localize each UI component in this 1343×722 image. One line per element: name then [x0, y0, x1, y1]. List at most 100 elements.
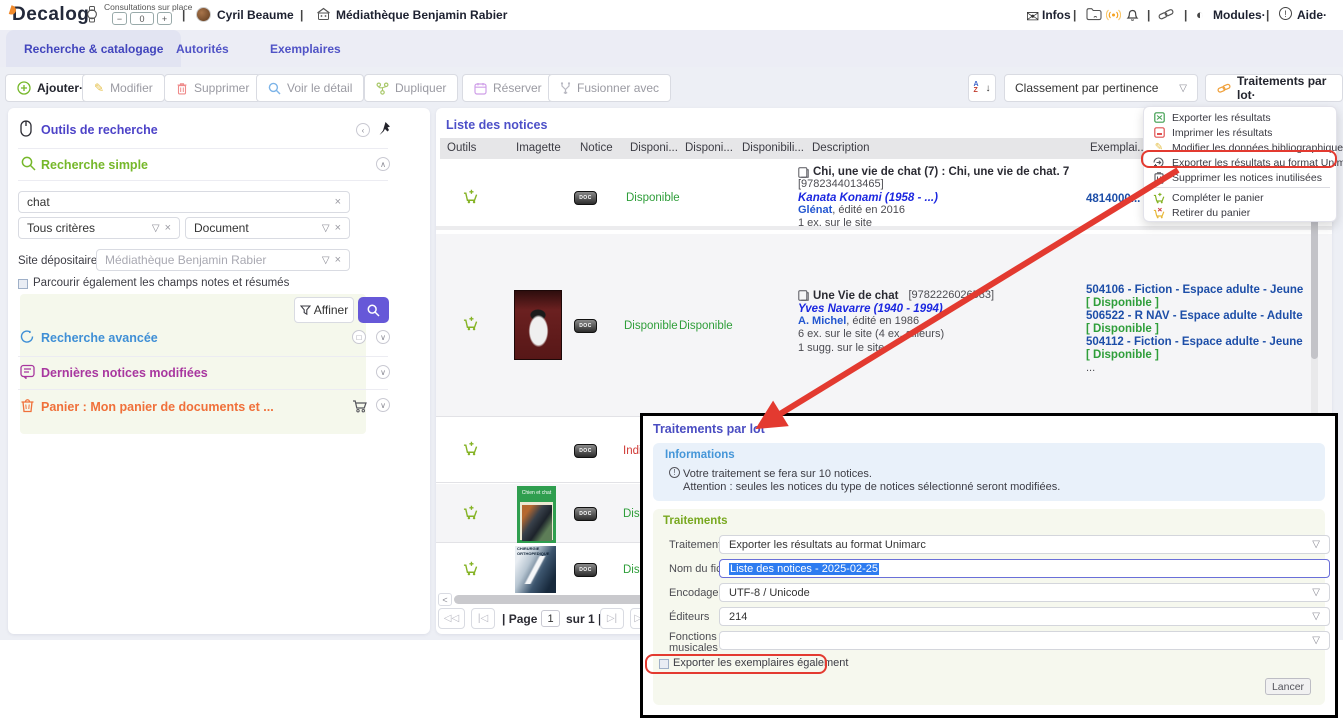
column-dispo3[interactable]: Disponibili... [742, 142, 804, 154]
menu-item-exporter-resultats[interactable]: Exporter les résultats [1144, 110, 1336, 125]
doctype-select[interactable]: Document ▽ × [185, 217, 350, 239]
search-input[interactable] [27, 195, 335, 209]
hscroll-left-button[interactable]: < [438, 593, 452, 606]
voir-detail-button[interactable]: Voir le détail [256, 74, 364, 102]
column-dispo2[interactable]: Disponi... [685, 142, 733, 154]
panier-title[interactable]: Panier : Mon panier de documents et ... [41, 400, 274, 414]
clear-icon[interactable]: × [335, 222, 341, 234]
column-imagette[interactable]: Imagette [516, 142, 561, 154]
counter-value[interactable]: 0 [130, 12, 154, 25]
add-to-basket-icon[interactable] [463, 505, 478, 520]
column-dispo1[interactable]: Disponi... [630, 142, 678, 154]
affiner-button[interactable]: Affiner [294, 297, 354, 323]
exemplaire-link[interactable]: 504106 - Fiction - Espace adulte - Jeune [1086, 284, 1303, 297]
author-link[interactable]: Kanata Konami (1958 - ...) [798, 192, 1069, 204]
bell-icon[interactable] [1126, 7, 1139, 22]
divider: | [1147, 8, 1150, 22]
sort-order-button[interactable]: AZ ↓ [968, 74, 996, 102]
counter-plus-button[interactable]: + [157, 12, 172, 25]
dernieres-notices-title[interactable]: Dernières notices modifiées [41, 366, 208, 380]
column-outils[interactable]: Outils [447, 142, 476, 154]
dupliquer-button[interactable]: Dupliquer [364, 74, 458, 102]
export-exemplaires-checkbox[interactable] [659, 659, 669, 669]
supprimer-button[interactable]: Supprimer [164, 74, 261, 102]
add-to-basket-icon[interactable] [463, 316, 478, 331]
dispo-status: Disponible [626, 192, 680, 204]
book-cover-chien-et-chat[interactable]: Chien et chat [517, 486, 556, 543]
chevron-down-icon: ▽ [1312, 635, 1320, 646]
menu-item-retirer-panier[interactable]: Retirer du panier [1144, 205, 1336, 220]
reserver-button[interactable]: Réserver [462, 74, 554, 102]
sort-select[interactable]: Classement par pertinence ▽ [1004, 74, 1198, 102]
menu-item-exporter-unimarc[interactable]: Exporter les résultats au format Unimarc [1144, 155, 1336, 170]
publisher-link[interactable]: Glénat [798, 204, 832, 216]
search-term-field[interactable]: × [18, 191, 350, 213]
folder-icon[interactable] [1086, 7, 1102, 21]
site-name[interactable]: Médiathèque Benjamin Rabier [336, 8, 507, 22]
cart-icon[interactable] [352, 399, 368, 413]
clear-icon[interactable]: × [165, 222, 171, 234]
exemplaire-link[interactable]: 4814000... [1086, 193, 1140, 206]
pagination-next-button[interactable]: ▷| [600, 608, 624, 629]
suggestion-text: 1 sugg. sur le site [798, 342, 994, 356]
search-submit-button[interactable] [358, 297, 389, 323]
expand-section-icon[interactable]: ∨ [376, 365, 390, 379]
column-description[interactable]: Description [812, 142, 870, 154]
menu-item-modifier-donnees[interactable]: ✎ Modifier les données bibliographiques [1144, 140, 1336, 155]
collapse-panel-icon[interactable]: ‹ [356, 123, 370, 137]
publisher-link[interactable]: A. Michel [798, 315, 846, 327]
avatar[interactable] [196, 7, 211, 22]
clear-icon[interactable]: × [335, 254, 341, 266]
nom-fichier-input[interactable]: Liste des notices - 2025-02-25 [719, 559, 1330, 578]
menu-item-supprimer-notices[interactable]: Supprimer les notices inutilisées [1144, 170, 1336, 185]
informations-box: Informations ! Votre traitement se fera … [653, 443, 1325, 501]
traitements-par-lot-button[interactable]: Traitements par lot· [1205, 74, 1343, 102]
window-icon[interactable]: □ [352, 330, 366, 344]
modules-menu[interactable]: Modules· [1213, 8, 1266, 22]
user-name[interactable]: Cyril Beaume [217, 8, 294, 22]
site-select[interactable]: Médiathèque Benjamin Rabier ▽ × [96, 249, 350, 271]
lancer-button[interactable]: Lancer [1265, 678, 1311, 695]
add-to-basket-icon[interactable] [463, 189, 478, 204]
expand-section-icon[interactable]: ∨ [376, 398, 390, 412]
add-to-basket-icon[interactable] [463, 441, 478, 456]
editeurs-select[interactable]: 214 ▽ [719, 607, 1330, 626]
page-number-input[interactable] [541, 610, 560, 627]
hotspot-icon[interactable] [1106, 7, 1121, 22]
aide-menu[interactable]: Aide· [1297, 8, 1327, 22]
traitement-select[interactable]: Exporter les résultats au format Unimarc… [719, 535, 1330, 554]
exemplaire-link[interactable]: 506522 - R NAV - Espace adulte - Adulte [1086, 310, 1303, 323]
tab-autorites[interactable]: Autorités [158, 30, 247, 67]
clear-icon[interactable]: × [335, 196, 341, 208]
menu-item-completer-panier[interactable]: Compléter le panier [1144, 190, 1336, 205]
modifier-button[interactable]: ✎ Modifier [82, 74, 165, 102]
author-link[interactable]: Yves Navarre (1940 - 1994) [798, 303, 994, 315]
link-icon[interactable] [1158, 7, 1174, 22]
add-to-basket-icon[interactable] [463, 561, 478, 576]
book-cover-une-vie-de-chat[interactable] [514, 290, 562, 360]
recherche-avancee-title[interactable]: Recherche avancée [41, 331, 158, 345]
exemplaire-link[interactable]: 504112 - Fiction - Espace adulte - Jeune [1086, 336, 1303, 349]
exemplaire-status: [ Disponible ] [1086, 323, 1303, 336]
pin-icon[interactable] [378, 121, 391, 136]
infos-link[interactable]: Infos [1042, 8, 1071, 22]
book-cover-chirurgie[interactable]: CHIRURGIE ORTHOPEDIQUE [515, 546, 556, 593]
fusionner-button[interactable]: Fusionner avec [548, 74, 671, 102]
notes-checkbox[interactable] [18, 279, 28, 289]
fonctions-musicales-select[interactable]: ▽ [719, 631, 1330, 650]
counter-minus-button[interactable]: − [112, 12, 127, 25]
info-line-1: Votre traitement se fera sur 10 notices. [683, 468, 872, 480]
encodage-select[interactable]: UTF-8 / Unicode ▽ [719, 583, 1330, 602]
recherche-simple-title[interactable]: Recherche simple [41, 158, 148, 172]
pagination-prev-button[interactable]: |◁ [471, 608, 495, 629]
criteria-select[interactable]: Tous critères ▽ × [18, 217, 180, 239]
collapse-section-icon[interactable]: ∧ [376, 157, 390, 171]
column-exemplaires[interactable]: Exemplai... [1090, 142, 1147, 154]
table-row[interactable]: DOC Disponible Disponible Une Vie de cha… [436, 234, 1332, 417]
menu-item-imprimer-resultats[interactable]: Imprimer les résultats [1144, 125, 1336, 140]
expand-section-icon[interactable]: ∨ [376, 330, 390, 344]
column-notice[interactable]: Notice [580, 142, 613, 154]
tab-exemplaires[interactable]: Exemplaires [252, 30, 359, 67]
pagination-first-button[interactable]: ◁◁ [438, 608, 465, 629]
tab-recherche-catalogage[interactable]: Recherche & catalogage [6, 30, 181, 67]
